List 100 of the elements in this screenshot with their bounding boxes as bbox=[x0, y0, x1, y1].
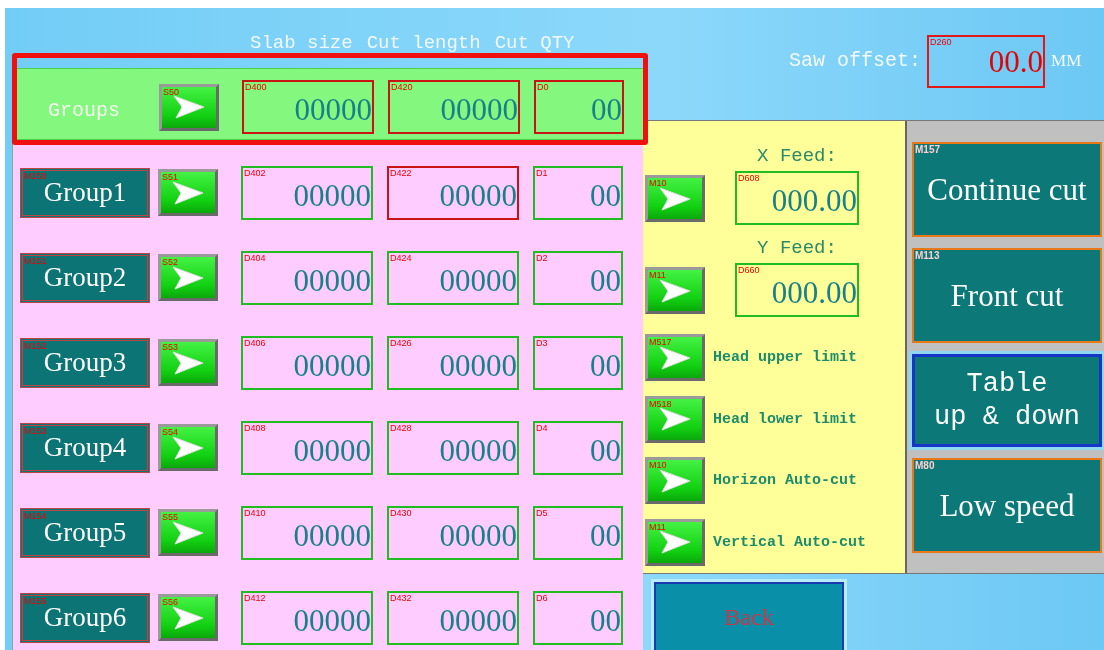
address-tag: D1 bbox=[536, 167, 548, 178]
limit-label: Horizon Auto-cut bbox=[713, 472, 858, 490]
address-tag: D6 bbox=[536, 592, 548, 603]
limit-label: Vertical Auto-cut bbox=[713, 533, 867, 551]
address-tag: D410 bbox=[244, 507, 266, 518]
arrow-icon bbox=[658, 185, 692, 212]
address-tag: D412 bbox=[244, 592, 266, 603]
command-button[interactable]: M113 Front cut bbox=[912, 248, 1102, 343]
address-tag: D260 bbox=[930, 37, 952, 47]
number-field[interactable]: D426 00000 bbox=[387, 335, 519, 390]
column-header: Slab size bbox=[250, 32, 353, 54]
address-tag: D420 bbox=[391, 82, 413, 92]
address-tag: M150 bbox=[24, 170, 47, 181]
address-tag: D3 bbox=[536, 337, 548, 348]
number-field[interactable]: D412 00000 bbox=[241, 590, 373, 645]
number-field[interactable]: D2 00 bbox=[533, 250, 623, 305]
address-tag: D432 bbox=[390, 592, 412, 603]
saw-offset-field[interactable]: D260 00.0 bbox=[927, 35, 1046, 88]
feed-label: Y Feed: bbox=[757, 237, 837, 260]
address-tag: D428 bbox=[390, 422, 412, 433]
saw-offset-label: Saw offset: bbox=[789, 49, 922, 72]
arrow-button[interactable]: M517 bbox=[645, 334, 705, 382]
arrow-button[interactable]: S52 bbox=[158, 254, 218, 301]
address-tag: D402 bbox=[244, 167, 266, 178]
arrow-button[interactable]: S54 bbox=[158, 424, 218, 471]
command-button[interactable]: M157 Continue cut bbox=[912, 142, 1102, 237]
command-button[interactable]: M80 Low speed bbox=[912, 458, 1102, 553]
column-header: Cut QTY bbox=[494, 32, 575, 54]
arrow-icon bbox=[658, 467, 692, 494]
number-field[interactable]: D1 00 bbox=[533, 165, 623, 220]
arrow-icon bbox=[171, 349, 205, 376]
address-tag: D404 bbox=[244, 252, 266, 263]
address-tag: D5 bbox=[536, 507, 548, 518]
address-tag: D422 bbox=[390, 167, 412, 178]
address-tag: D608 bbox=[738, 173, 760, 184]
number-field[interactable]: D432 00000 bbox=[387, 590, 519, 645]
arrow-button[interactable]: M10 bbox=[645, 175, 705, 223]
number-field[interactable]: D406 00000 bbox=[241, 335, 373, 390]
arrow-button[interactable]: M11 bbox=[645, 267, 705, 315]
number-field[interactable]: D408 00000 bbox=[241, 420, 373, 475]
address-tag: S55 bbox=[162, 512, 178, 522]
address-tag: S52 bbox=[162, 257, 178, 267]
number-field[interactable]: D3 00 bbox=[533, 335, 623, 390]
address-tag: S53 bbox=[162, 342, 178, 352]
arrow-icon bbox=[658, 529, 692, 556]
arrow-button[interactable]: M518 bbox=[645, 395, 705, 443]
number-field[interactable]: D428 00000 bbox=[387, 420, 519, 475]
number-field[interactable]: D410 00000 bbox=[241, 505, 373, 560]
number-field[interactable]: D6 00 bbox=[533, 590, 623, 645]
arrow-icon bbox=[171, 434, 205, 461]
arrow-button[interactable]: S55 bbox=[158, 509, 218, 556]
number-field[interactable]: D404 00000 bbox=[241, 250, 373, 305]
feed-label: X Feed: bbox=[757, 145, 837, 168]
address-tag: S50 bbox=[163, 86, 179, 97]
arrow-icon bbox=[171, 604, 205, 631]
limit-label: Head lower limit bbox=[713, 410, 858, 428]
command-button[interactable]: Table up & down bbox=[912, 354, 1102, 447]
number-field[interactable]: D4 00 bbox=[533, 420, 623, 475]
address-tag: D424 bbox=[390, 252, 412, 263]
address-tag: M518 bbox=[649, 398, 672, 409]
number-field[interactable]: D420 00000 bbox=[388, 80, 520, 134]
limit-label: Head upper limit bbox=[713, 349, 858, 367]
number-field[interactable]: D400 00000 bbox=[242, 80, 374, 134]
number-field[interactable]: D0 00 bbox=[534, 80, 624, 134]
arrow-icon bbox=[658, 344, 692, 371]
address-tag: M151 bbox=[24, 255, 47, 266]
arrow-button[interactable]: M11 bbox=[645, 518, 705, 566]
address-tag: M11 bbox=[649, 521, 666, 532]
arrow-icon bbox=[658, 277, 692, 304]
number-field[interactable]: D430 00000 bbox=[387, 505, 519, 560]
arrow-button[interactable]: S53 bbox=[158, 339, 218, 386]
address-tag: D426 bbox=[390, 337, 412, 348]
number-field[interactable]: D422 00000 bbox=[387, 165, 519, 220]
address-tag: D4 bbox=[536, 422, 548, 433]
address-tag: M157 bbox=[915, 144, 940, 155]
unit-label: MM bbox=[1051, 51, 1082, 71]
address-tag: M517 bbox=[649, 337, 672, 348]
number-field[interactable]: D402 00000 bbox=[241, 165, 373, 220]
number-field[interactable]: D5 00 bbox=[533, 505, 623, 560]
number-field[interactable]: D424 00000 bbox=[387, 250, 519, 305]
feed-field[interactable]: D660 000.00 bbox=[735, 263, 859, 318]
feed-field[interactable]: D608 000.00 bbox=[735, 171, 859, 226]
address-tag: M11 bbox=[649, 270, 666, 281]
groups-label: Groups bbox=[48, 98, 121, 122]
arrow-button[interactable]: S51 bbox=[158, 169, 218, 216]
address-tag: D660 bbox=[738, 265, 760, 276]
arrow-button[interactable]: M10 bbox=[645, 457, 705, 505]
arrow-button[interactable]: S50 bbox=[159, 83, 219, 131]
address-tag: M80 bbox=[915, 460, 935, 471]
address-tag: D408 bbox=[244, 422, 266, 433]
arrow-icon bbox=[658, 406, 692, 433]
arrow-icon bbox=[171, 179, 205, 206]
address-tag: S56 bbox=[162, 597, 178, 607]
arrow-button[interactable]: S56 bbox=[158, 594, 218, 641]
address-tag: D0 bbox=[537, 82, 549, 92]
column-header: Cut length bbox=[366, 32, 481, 54]
arrow-icon bbox=[171, 264, 205, 291]
address-tag: M152 bbox=[24, 340, 47, 351]
address-tag: M154 bbox=[24, 510, 47, 521]
address-tag: D406 bbox=[244, 337, 266, 348]
